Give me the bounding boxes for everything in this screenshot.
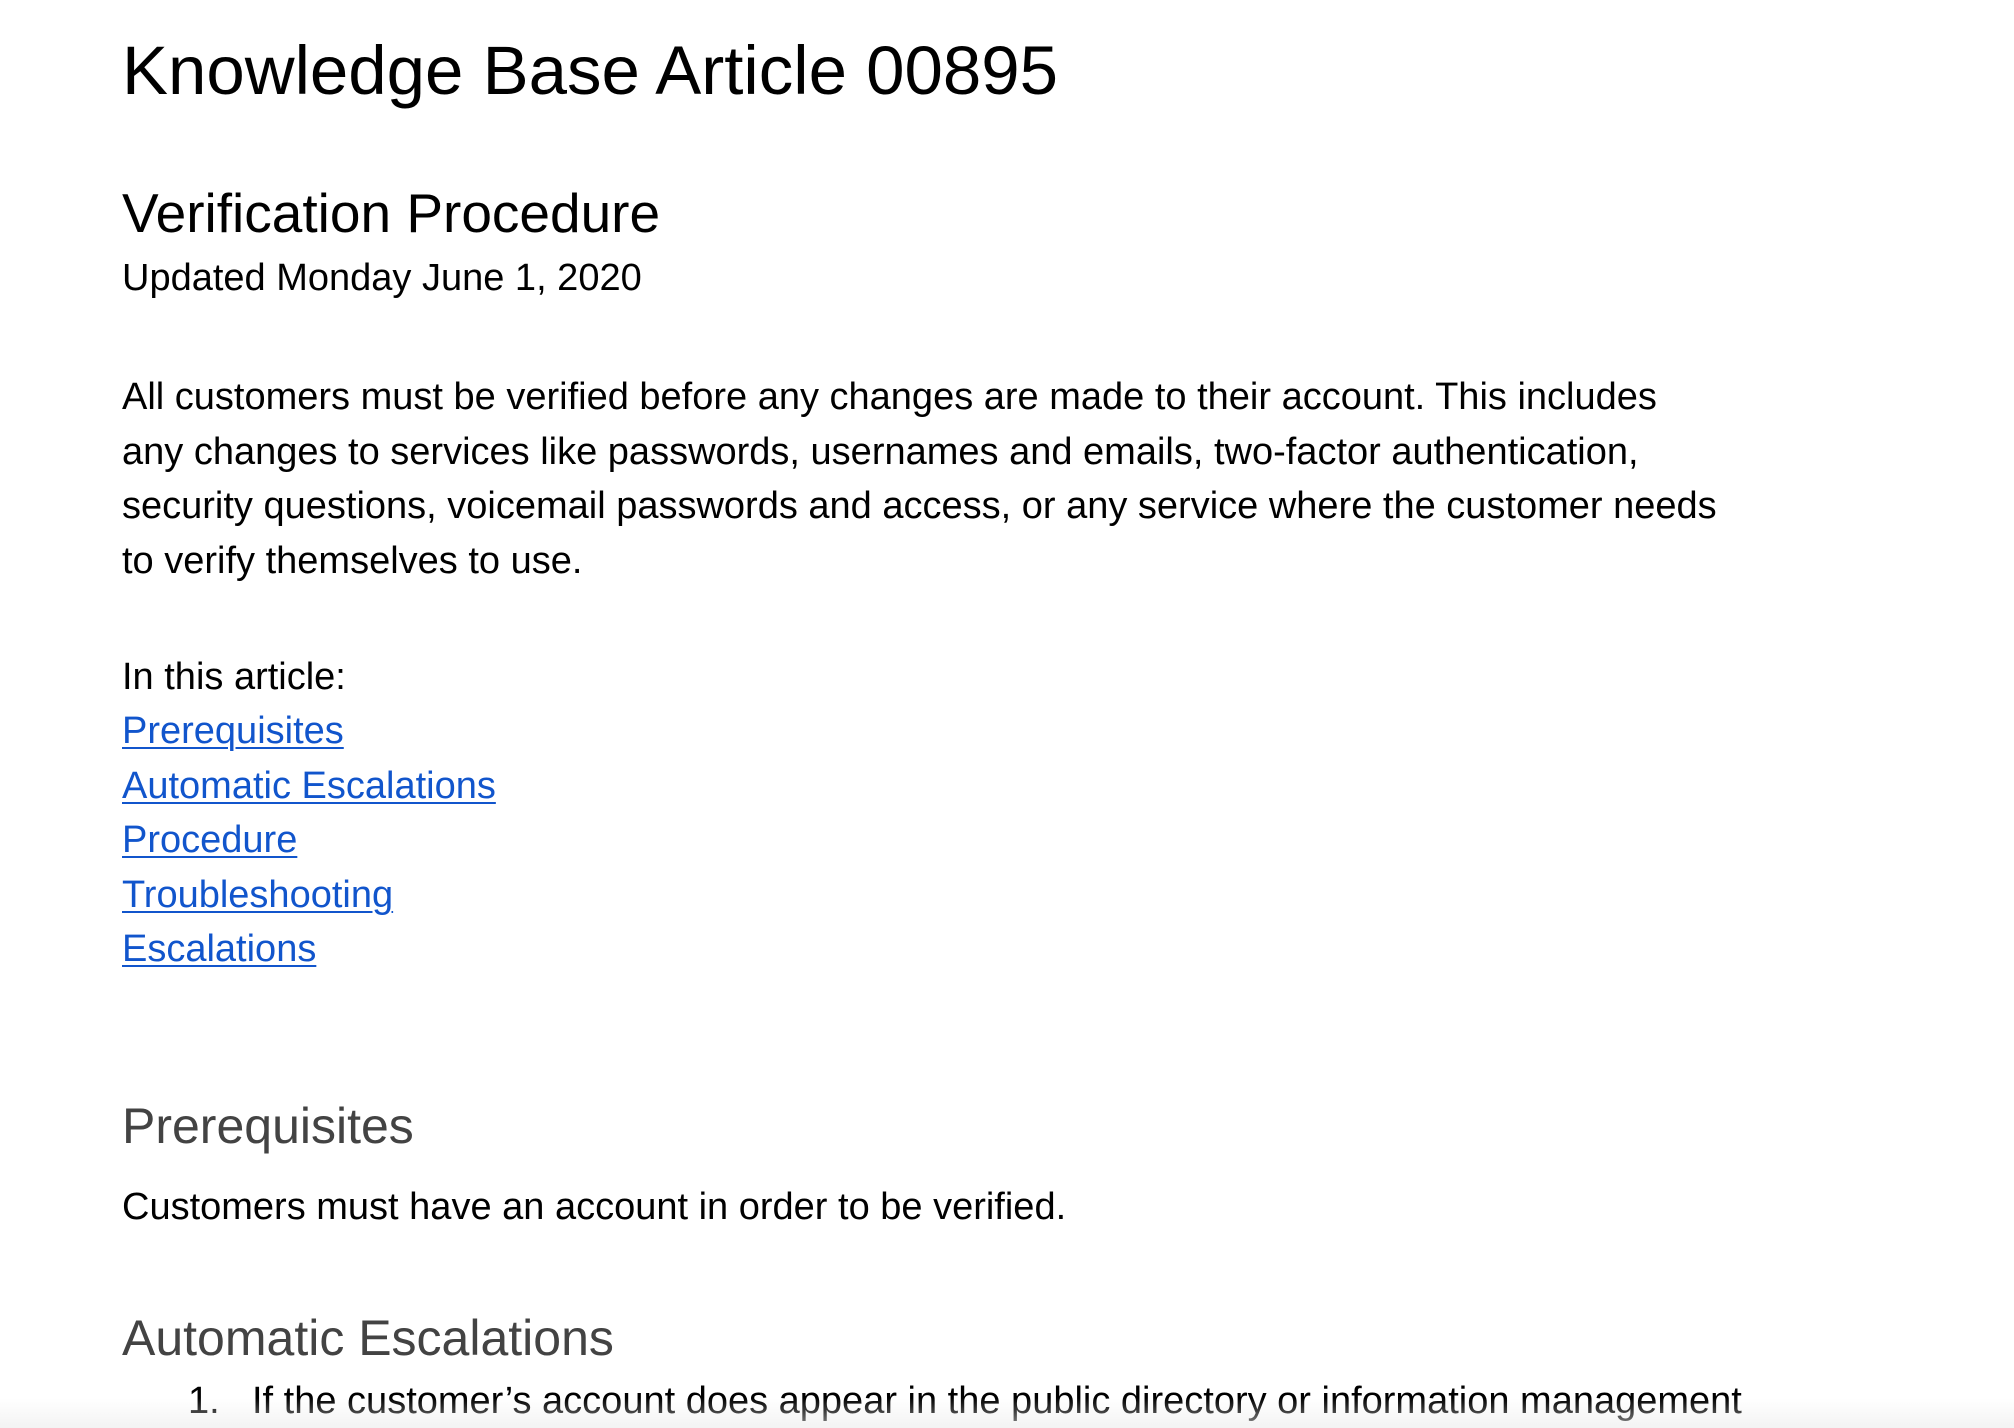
toc-link-escalations[interactable]: Escalations xyxy=(122,928,316,970)
prerequisites-text: Customers must have an account in order … xyxy=(122,1186,1067,1228)
toc-label: In this article: xyxy=(122,656,346,698)
list-item-number: 1. xyxy=(188,1380,220,1422)
intro-line: All customers must be verified before an… xyxy=(122,376,1657,418)
toc-item: Escalations xyxy=(122,922,496,977)
toc-item: Troubleshooting xyxy=(122,868,496,923)
table-of-contents: Prerequisites Automatic Escalations Proc… xyxy=(122,704,496,977)
intro-line: any changes to services like passwords, … xyxy=(122,430,1639,473)
automatic-escalations-steps: 1. If the customer’s account does appear… xyxy=(122,1374,1742,1428)
toc-link-automatic-escalations[interactable]: Automatic Escalations xyxy=(122,765,496,807)
toc-link-troubleshooting[interactable]: Troubleshooting xyxy=(122,874,393,916)
intro-line: to verify themselves to use. xyxy=(122,539,583,582)
toc-item: Prerequisites xyxy=(122,704,496,759)
intro-paragraph: All customers must be verified before an… xyxy=(122,370,1822,588)
document-title: Knowledge Base Article 00895 xyxy=(122,32,1058,109)
document-page: Knowledge Base Article 00895 Verificatio… xyxy=(0,0,2014,1428)
toc-item: Procedure xyxy=(122,813,496,868)
updated-date: Updated Monday June 1, 2020 xyxy=(122,257,642,299)
document-subtitle: Verification Procedure xyxy=(122,182,661,244)
list-item-text: If the customer’s account does appear in… xyxy=(252,1380,1742,1422)
automatic-escalations-heading: Automatic Escalations xyxy=(122,1310,614,1366)
list-item: 1. If the customer’s account does appear… xyxy=(122,1374,1742,1428)
toc-item: Automatic Escalations xyxy=(122,759,496,814)
intro-line: security questions, voicemail passwords … xyxy=(122,485,1717,527)
toc-link-prerequisites[interactable]: Prerequisites xyxy=(122,710,344,752)
toc-link-procedure[interactable]: Procedure xyxy=(122,819,297,861)
prerequisites-heading: Prerequisites xyxy=(122,1098,414,1154)
